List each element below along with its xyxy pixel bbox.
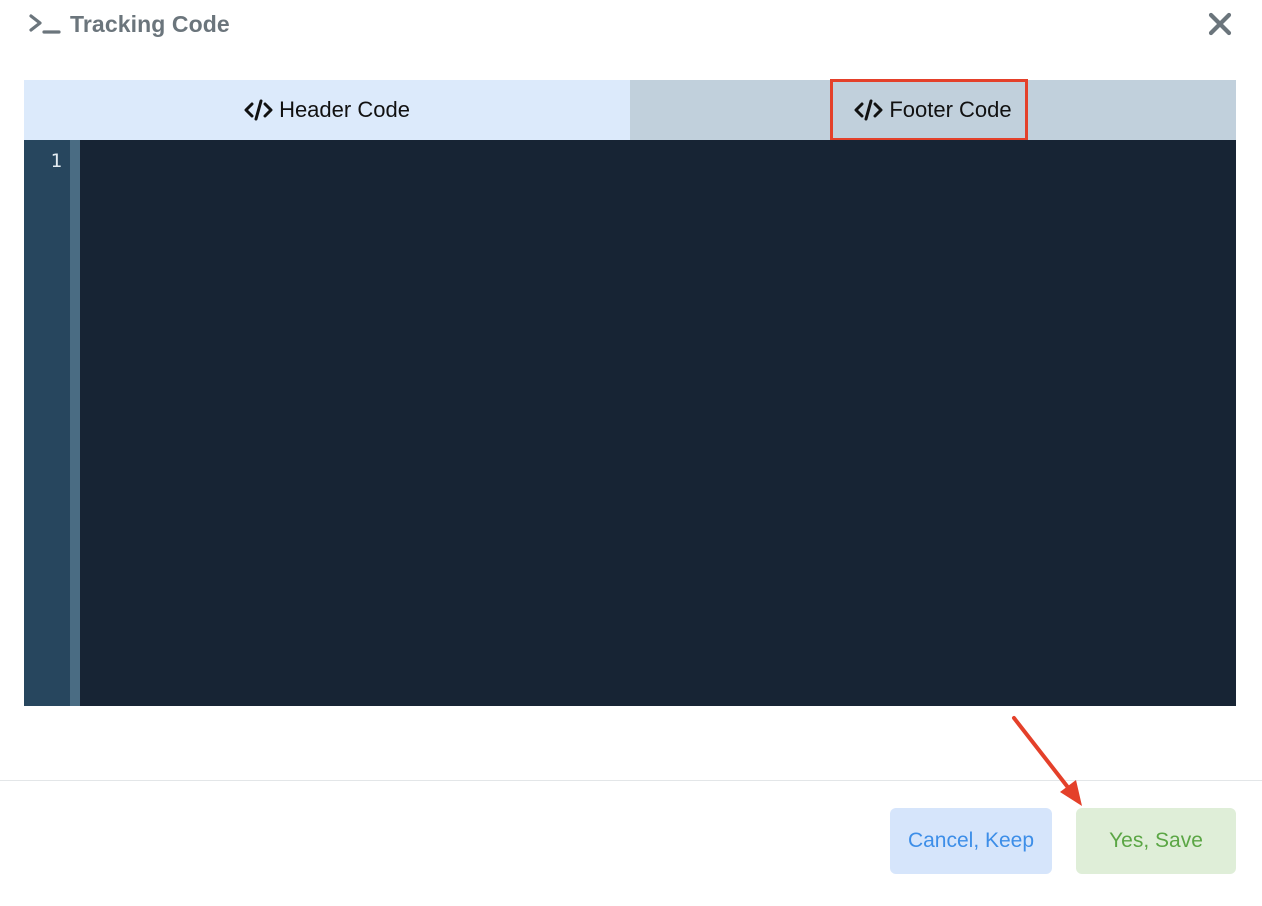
- line-number-gutter: 1: [24, 140, 70, 706]
- tab-header-code[interactable]: Header Code: [24, 80, 630, 140]
- tab-header-code-label: Header Code: [279, 97, 410, 122]
- yes-save-button[interactable]: Yes, Save: [1076, 808, 1236, 874]
- cancel-keep-button[interactable]: Cancel, Keep: [890, 808, 1052, 874]
- close-icon[interactable]: [1206, 10, 1234, 38]
- code-icon: [854, 99, 883, 121]
- footer-divider: [0, 780, 1262, 781]
- line-number: 1: [50, 150, 62, 172]
- code-editor: 1: [24, 140, 1236, 706]
- tab-footer-code[interactable]: Footer Code: [630, 80, 1236, 140]
- dialog-title-group: Tracking Code: [28, 8, 230, 40]
- code-icon: [244, 99, 273, 121]
- code-tabs: Header Code Footer Code: [24, 80, 1236, 140]
- annotation-arrow: [1012, 716, 1082, 806]
- code-input-area[interactable]: [80, 140, 1236, 706]
- terminal-icon: [29, 14, 61, 34]
- dialog-title: Tracking Code: [70, 10, 230, 37]
- active-line-marker: [70, 140, 80, 706]
- dialog-header: Tracking Code: [0, 0, 1262, 60]
- tracking-code-dialog: Tracking Code Header Code Footer Code 1 …: [0, 0, 1262, 906]
- tab-footer-code-label: Footer Code: [889, 97, 1012, 122]
